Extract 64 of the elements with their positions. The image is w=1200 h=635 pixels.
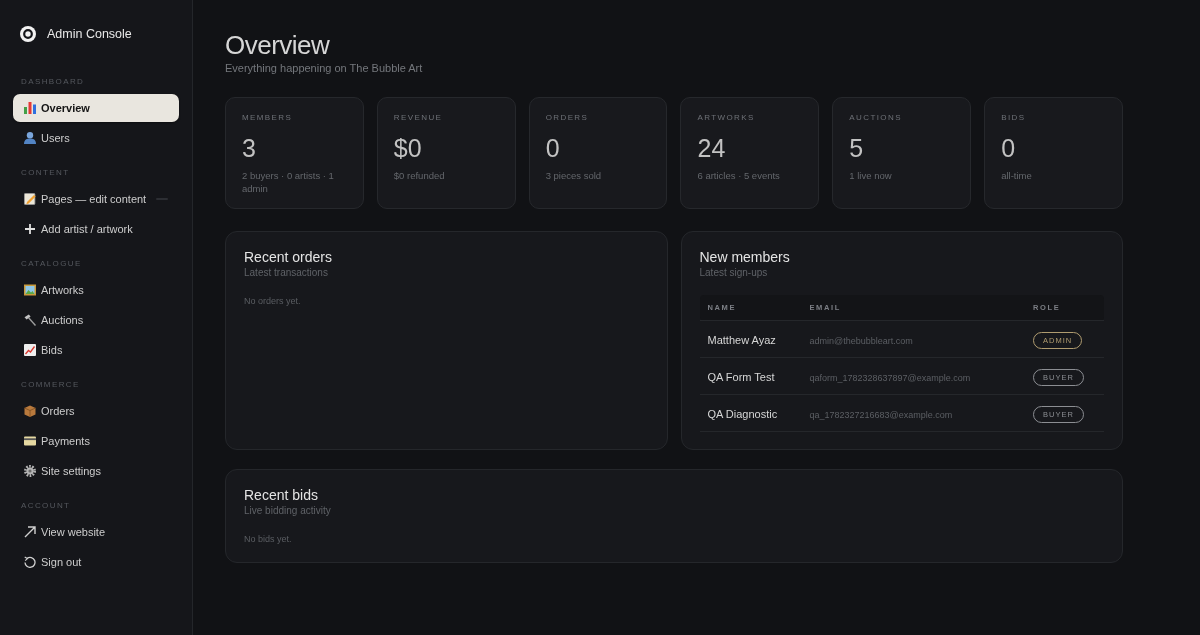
picture-icon: [24, 284, 36, 296]
panel-title: New members: [699, 248, 791, 266]
panel-subtitle: Latest sign-ups: [699, 266, 769, 280]
section-label: CATALOGUE: [20, 258, 82, 270]
stat-value: 0: [545, 133, 561, 163]
nav-item[interactable]: Bids: [13, 336, 179, 364]
nav-item[interactable]: Site settings: [13, 457, 179, 485]
section-label: CONTENT: [20, 167, 70, 179]
stat-detail: 3 pieces sold: [545, 169, 603, 182]
nav-item[interactable]: Users: [13, 124, 179, 152]
package-icon: [24, 405, 36, 417]
circular-arrow-icon: [24, 556, 36, 568]
stat-value: 24: [697, 133, 727, 163]
stat-detail: 6 articles · 5 events: [697, 169, 781, 182]
panel-title: Recent orders: [244, 248, 333, 266]
stat-label: AUCTIONS: [849, 113, 903, 123]
nav-item[interactable]: Sign out: [13, 548, 179, 576]
nav-item[interactable]: Auctions: [13, 306, 179, 334]
stat-label: ARTWORKS: [697, 113, 756, 123]
nav-item[interactable]: Overview: [13, 94, 179, 122]
panel-subtitle: Latest transactions: [244, 266, 329, 280]
stat-label: MEMBERS: [242, 113, 294, 123]
stat-value: $0: [393, 133, 423, 163]
line-chart-icon: [24, 344, 36, 356]
stat-detail: all-time: [1001, 169, 1033, 182]
nav-item[interactable]: Payments: [13, 427, 179, 455]
panel-subtitle: Live bidding activity: [244, 504, 332, 518]
nav-item[interactable]: Pages — edit content: [13, 185, 179, 213]
app-title: Admin Console: [47, 27, 132, 41]
nav-item[interactable]: Orders: [13, 397, 179, 425]
nav-item[interactable]: Artworks: [13, 276, 179, 304]
member-email: qaform_1782328637897@example.com: [809, 373, 971, 383]
nav-item[interactable]: View website: [13, 518, 179, 546]
gear-icon: [24, 465, 36, 477]
empty-message: No orders yet.: [244, 295, 302, 307]
plus-icon: [24, 223, 36, 235]
stat-label: REVENUE: [393, 113, 444, 123]
hammer-icon: [24, 314, 36, 326]
arrow-icon: [24, 526, 36, 538]
notepad-icon: [24, 193, 36, 205]
member-name: QA Form Test: [707, 371, 775, 383]
member-name: Matthew Ayaz: [707, 334, 776, 346]
page-title: Overview: [225, 30, 331, 60]
member-email: qa_1782327216683@example.com: [809, 410, 953, 420]
page-subtitle: Everything happening on The Bubble Art: [225, 61, 424, 75]
stat-detail: 1 live now: [849, 169, 893, 182]
stat-value: 5: [849, 133, 865, 163]
stat-label: BIDS: [1001, 113, 1027, 123]
member-name: QA Diagnostic: [707, 408, 778, 420]
panel-title: Recent bids: [244, 486, 319, 504]
nav-item[interactable]: Add artist / artwork: [13, 215, 179, 243]
bar-chart-icon: [24, 102, 36, 114]
stat-detail: 2 buyers · 0 artists · 1 admin: [242, 169, 335, 195]
credit-card-icon: [24, 435, 36, 447]
logo-icon: [20, 26, 36, 42]
stat-label: ORDERS: [545, 113, 590, 123]
section-label: ACCOUNT: [20, 500, 71, 512]
stat-value: 3: [242, 133, 257, 163]
stat-detail: $0 refunded: [393, 169, 446, 182]
stat-value: 0: [1001, 133, 1017, 163]
section-label: DASHBOARD: [20, 76, 85, 88]
empty-message: No bids yet.: [244, 533, 293, 545]
member-email: admin@thebubbleart.com: [809, 336, 913, 346]
user-icon: [24, 132, 36, 144]
